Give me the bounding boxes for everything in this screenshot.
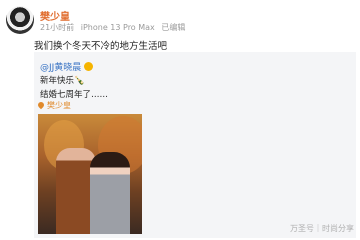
post-time: 21小时前	[40, 23, 75, 32]
quoted-line-2: 结婚七周年了……	[40, 90, 109, 100]
location-pin-icon	[36, 100, 46, 110]
couple-photo[interactable]	[38, 114, 142, 234]
post-header: 樊少皇 21小时前 iPhone 13 Pro Max 已编辑	[6, 6, 346, 36]
vip-badge-icon	[84, 62, 94, 71]
location-text: 樊少皇	[47, 101, 71, 110]
avatar[interactable]	[6, 6, 34, 34]
watermark: 万圣号｜时尚分享	[290, 224, 354, 233]
quoted-post[interactable]: @JJ黄晓晨 新年快乐🍾 结婚七周年了…… 樊少皇	[34, 52, 356, 238]
post-device: iPhone 13 Pro Max	[80, 23, 155, 32]
post-meta: 21小时前 iPhone 13 Pro Max 已编辑	[40, 22, 189, 33]
location-tag[interactable]: 樊少皇	[36, 100, 71, 111]
post-text: 我们换个冬天不冷的地方生活吧	[34, 41, 168, 52]
quoted-author[interactable]: @JJ黄晓晨	[40, 60, 94, 73]
quoted-line-1: 新年快乐🍾	[40, 76, 85, 86]
quoted-author-name: @JJ黄晓晨	[40, 63, 82, 73]
post-edited: 已编辑	[161, 23, 186, 32]
photo-woman	[90, 152, 130, 234]
username[interactable]: 樊少皇	[40, 8, 70, 23]
